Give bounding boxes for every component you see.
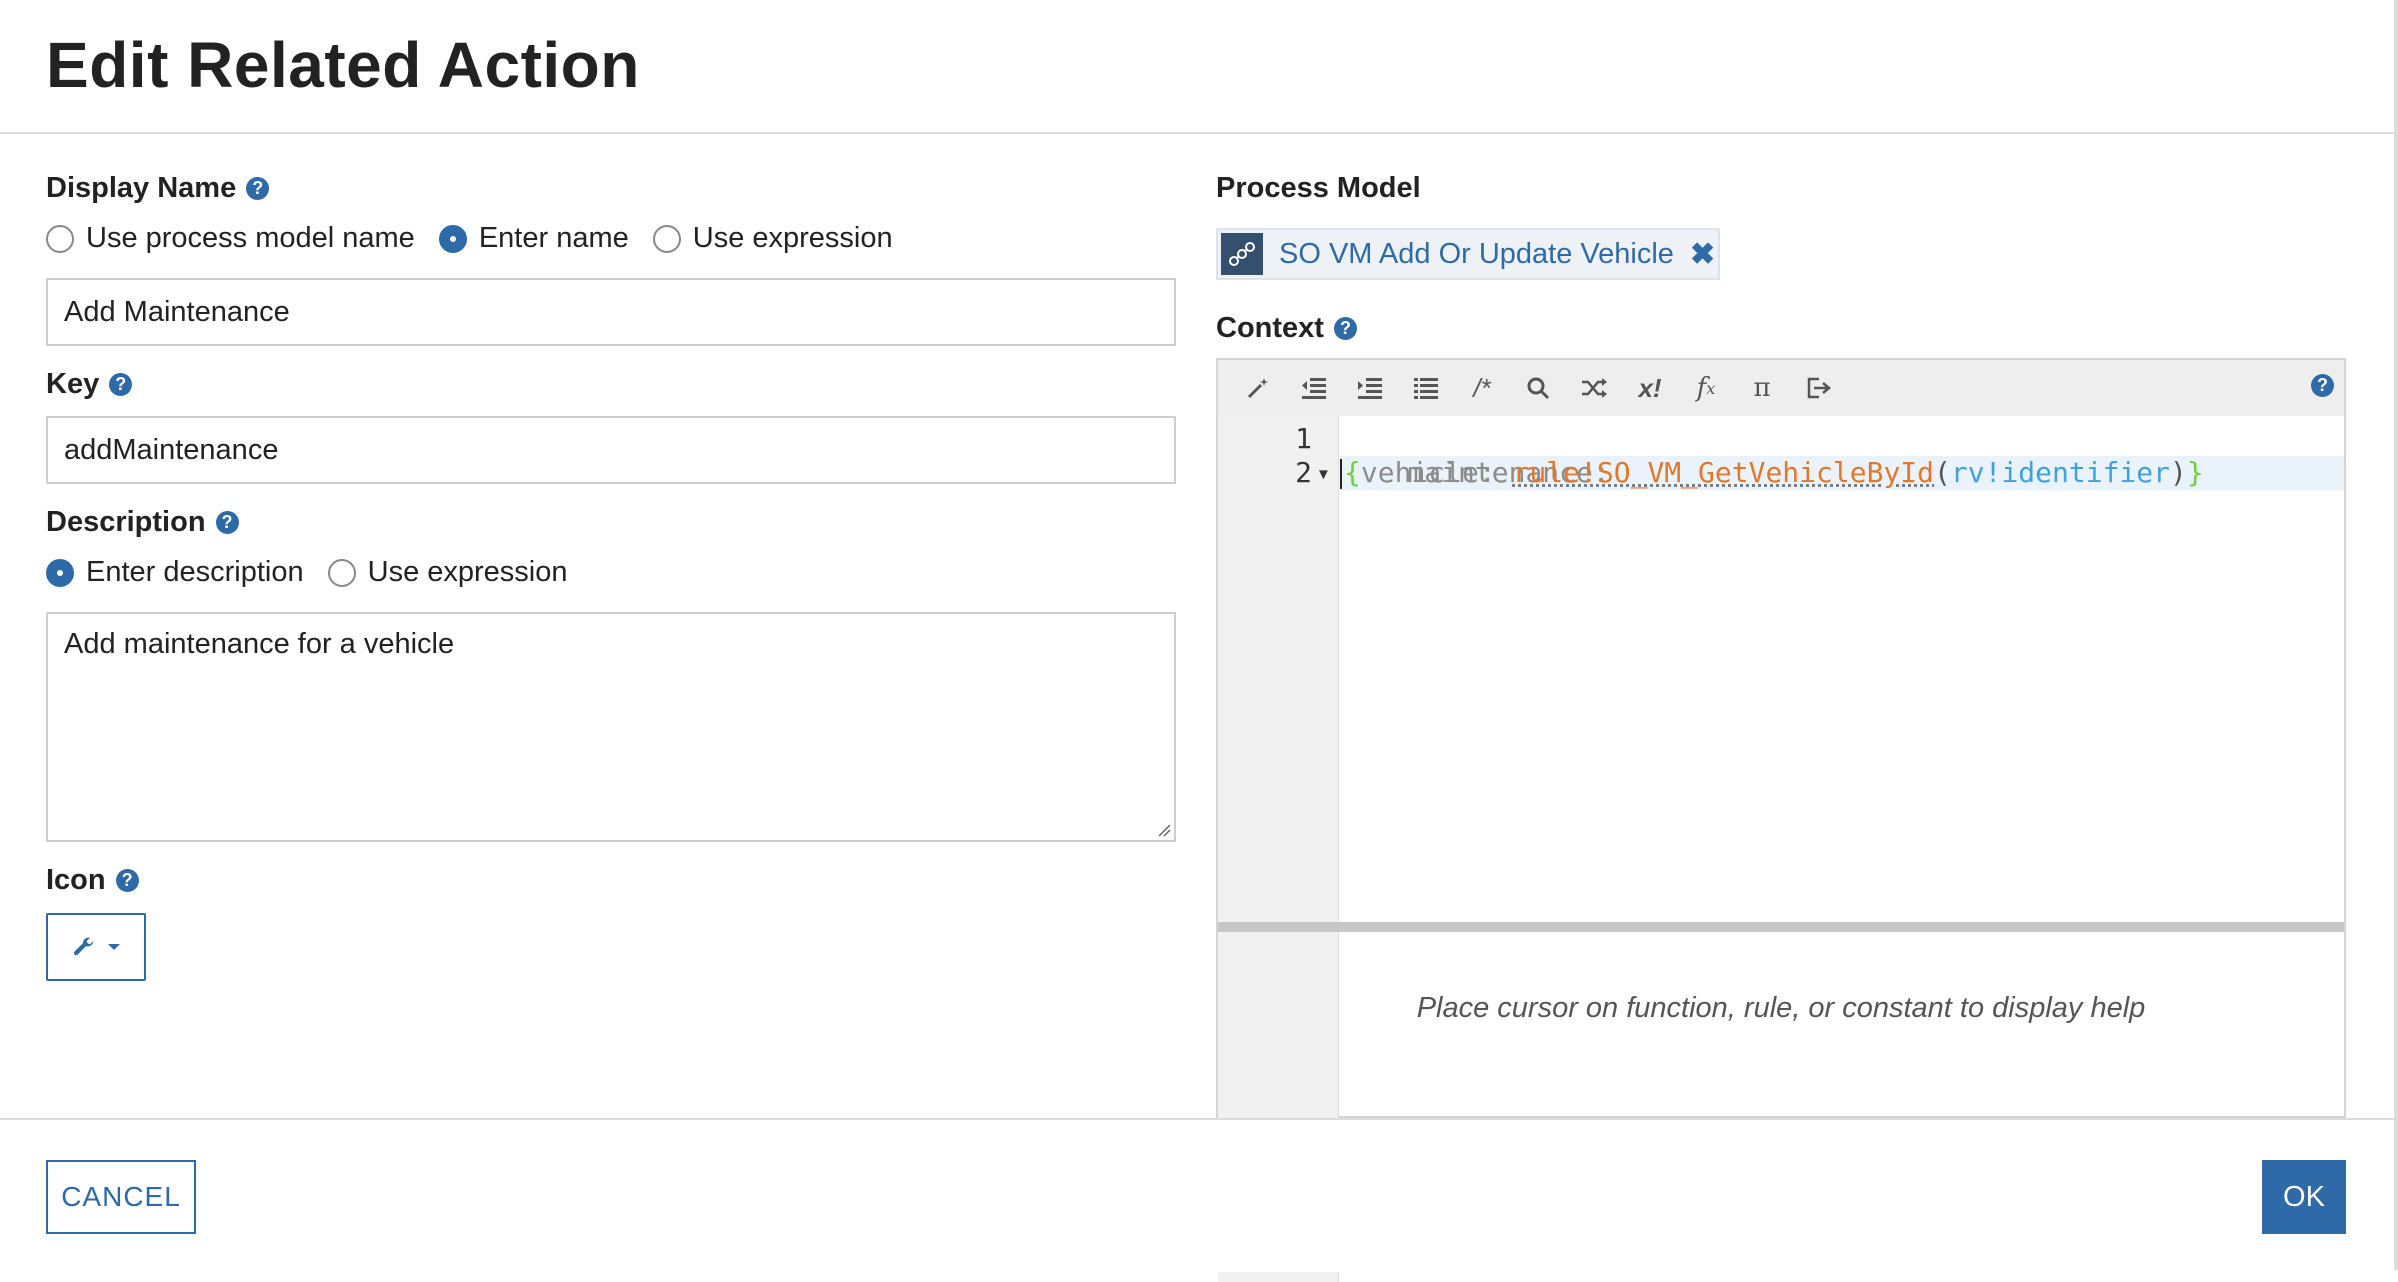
- list-icon[interactable]: [1398, 360, 1454, 416]
- dialog-title: Edit Related Action: [46, 28, 640, 102]
- outdent-icon[interactable]: [1286, 360, 1342, 416]
- comment-icon[interactable]: /*: [1454, 360, 1510, 416]
- code-token: }: [2187, 456, 2204, 489]
- line-number: 2: [1218, 456, 1312, 489]
- help-icon[interactable]: ?: [109, 373, 132, 396]
- magic-wand-icon[interactable]: [1230, 360, 1286, 416]
- line-number: 1: [1218, 422, 1312, 455]
- radio-circle: [653, 225, 681, 253]
- display-name-label-row: Display Name ?: [46, 172, 269, 205]
- chevron-down-icon: [107, 942, 121, 952]
- description-value: Add maintenance for a vehicle: [64, 628, 454, 660]
- fold-arrow-icon[interactable]: ▼: [1316, 466, 1331, 483]
- code-line-1: maintenance:: [1340, 422, 1610, 456]
- expression-editor[interactable]: /* x! fx π ? 1 2 ▼ maintenance: {vehicle…: [1216, 358, 2346, 1118]
- icon-label-row: Icon ?: [46, 864, 139, 897]
- context-label: Context: [1216, 312, 1324, 345]
- description-textarea[interactable]: Add maintenance for a vehicle: [46, 612, 1176, 842]
- process-model-label: Process Model: [1216, 172, 1421, 205]
- process-model-chip[interactable]: SO VM Add Or Update Vehicle ✖: [1216, 228, 1720, 280]
- radio-enter-name[interactable]: Enter name: [439, 222, 629, 255]
- ok-button[interactable]: OK: [2262, 1160, 2346, 1234]
- process-model-label-row: Process Model: [1216, 172, 1421, 205]
- shuffle-icon[interactable]: [1566, 360, 1622, 416]
- radio-use-expression[interactable]: Use expression: [653, 222, 893, 255]
- code-token: vehicle:: [1361, 456, 1496, 489]
- radio-description-use-expression[interactable]: Use expression: [328, 556, 568, 589]
- icon-label: Icon: [46, 864, 106, 897]
- process-model-icon: [1221, 233, 1263, 275]
- radio-label: Enter description: [86, 556, 304, 589]
- radio-circle-selected: [439, 225, 467, 253]
- key-label: Key: [46, 368, 99, 401]
- remove-icon[interactable]: ✖: [1690, 237, 1715, 272]
- wrench-icon: [71, 934, 97, 960]
- indent-icon[interactable]: [1342, 360, 1398, 416]
- radio-label: Use expression: [368, 556, 568, 589]
- key-input[interactable]: addMaintenance: [46, 416, 1176, 484]
- radio-use-process-model-name[interactable]: Use process model name: [46, 222, 415, 255]
- radio-label: Enter name: [479, 222, 629, 255]
- local-variable-icon[interactable]: x!: [1622, 360, 1678, 416]
- radio-circle: [328, 559, 356, 587]
- editor-toolbar: /* x! fx π ?: [1218, 360, 2344, 416]
- radio-label: Use expression: [693, 222, 893, 255]
- key-value: addMaintenance: [64, 434, 278, 467]
- process-model-name[interactable]: SO VM Add Or Update Vehicle: [1279, 238, 1674, 271]
- editor-splitter[interactable]: [1218, 922, 2344, 932]
- function-icon[interactable]: fx: [1678, 360, 1734, 416]
- text-cursor: [1340, 459, 1342, 489]
- code-rule-token: rule!SO_VM_GetVehicleById: [1513, 456, 1934, 489]
- cancel-button[interactable]: CANCEL: [46, 1160, 196, 1234]
- display-name-options: Use process model name Enter name Use ex…: [46, 222, 917, 255]
- description-label: Description: [46, 506, 206, 539]
- radio-enter-description[interactable]: Enter description: [46, 556, 304, 589]
- description-options: Enter description Use expression: [46, 556, 592, 589]
- resize-handle-icon[interactable]: [1157, 823, 1171, 837]
- code-token: ): [2170, 456, 2187, 489]
- help-icon[interactable]: ?: [216, 511, 239, 534]
- dialog-header: Edit Related Action: [0, 0, 2394, 134]
- help-icon[interactable]: ?: [1334, 317, 1357, 340]
- search-icon[interactable]: [1510, 360, 1566, 416]
- help-icon[interactable]: ?: [2311, 374, 2334, 397]
- display-name-label: Display Name: [46, 172, 236, 205]
- help-icon[interactable]: ?: [116, 869, 139, 892]
- editor-help-text: Place cursor on function, rule, or const…: [1218, 992, 2344, 1025]
- dialog-edge: [2394, 0, 2398, 1270]
- help-icon[interactable]: ?: [246, 177, 269, 200]
- key-label-row: Key ?: [46, 368, 132, 401]
- code-token: (: [1934, 456, 1951, 489]
- code-token: {: [1344, 456, 1361, 489]
- pi-icon[interactable]: π: [1734, 360, 1790, 416]
- context-label-row: Context ?: [1216, 312, 1357, 345]
- radio-circle: [46, 225, 74, 253]
- display-name-value: Add Maintenance: [64, 296, 290, 329]
- radio-label: Use process model name: [86, 222, 415, 255]
- dialog-footer: CANCEL OK: [0, 1118, 2394, 1272]
- display-name-input[interactable]: Add Maintenance: [46, 278, 1176, 346]
- code-token: rv!identifier: [1951, 456, 2170, 489]
- export-icon[interactable]: [1790, 360, 1846, 416]
- radio-circle-selected: [46, 559, 74, 587]
- description-label-row: Description ?: [46, 506, 239, 539]
- code-line-2: {vehicle: rule!SO_VM_GetVehicleById(rv!i…: [1340, 456, 2204, 490]
- icon-picker-button[interactable]: [46, 913, 146, 981]
